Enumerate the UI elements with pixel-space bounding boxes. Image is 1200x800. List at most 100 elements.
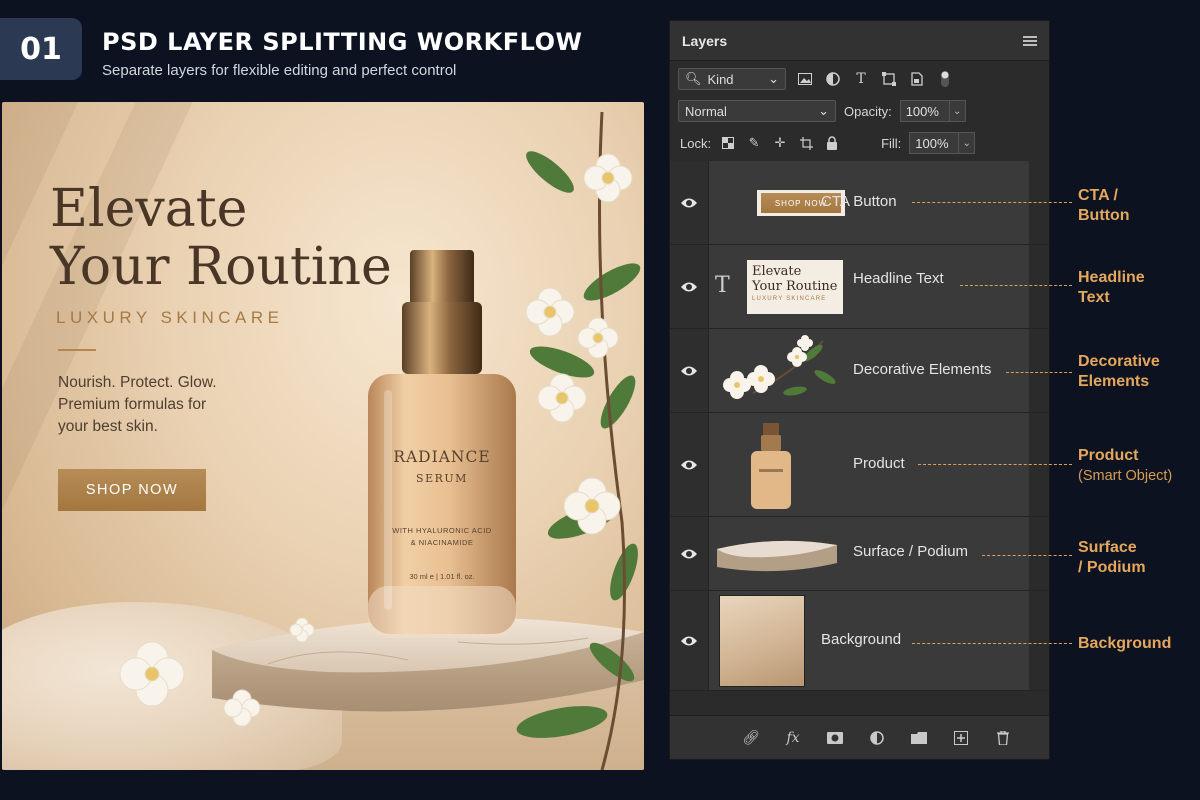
serum-bottle: RADIANCE SERUM WITH HYALURONIC ACID & NI…: [364, 250, 520, 642]
lock-position-icon[interactable]: ✛: [771, 134, 789, 152]
filter-toggle-icon[interactable]: [936, 70, 954, 88]
visibility-eye-icon[interactable]: [670, 591, 708, 690]
callout-cta-line2: Button: [1078, 207, 1130, 224]
visibility-eye-icon[interactable]: [670, 517, 708, 590]
page-subtitle: Separate layers for flexible editing and…: [102, 62, 457, 79]
opacity-dropdown-icon[interactable]: ⌄: [949, 100, 966, 122]
background-layer-thumbnail: [719, 595, 805, 687]
layers-panel-title: Layers: [682, 32, 728, 49]
adjustment-filter-icon[interactable]: [824, 70, 842, 88]
ad-copy-line3: your best skin.: [58, 418, 158, 435]
bottle-ingredients-1: WITH HYALURONIC ACID: [392, 526, 492, 535]
ad-tagline: LUXURY SKINCARE: [56, 308, 284, 327]
ad-divider: [58, 349, 96, 351]
chevron-down-icon: ⌄: [768, 71, 779, 86]
visibility-eye-icon[interactable]: [670, 329, 708, 412]
lock-all-icon[interactable]: [823, 134, 841, 152]
opacity-input[interactable]: 100%: [899, 100, 950, 122]
layer-name: Product: [853, 455, 905, 472]
callout-line-product: [918, 464, 1072, 465]
callout-headline-line1: Headline: [1078, 269, 1145, 286]
layers-panel-header: Layers: [670, 21, 1049, 61]
blend-mode-select[interactable]: Normal ⌄: [678, 100, 836, 122]
smart-object-filter-icon[interactable]: [908, 70, 926, 88]
type-layer-icon: T: [715, 273, 730, 298]
headline-layer-thumbnail: Elevate Your Routine LUXURY SKINCARE: [747, 260, 843, 314]
ad-body-copy: Nourish. Protect. Glow. Premium formulas…: [58, 372, 278, 438]
link-layers-icon[interactable]: 🔗︎: [741, 728, 761, 748]
ad-copy-line1: Nourish. Protect. Glow.: [58, 374, 217, 391]
fill-input[interactable]: 100%: [909, 132, 960, 154]
visibility-eye-icon[interactable]: [670, 161, 708, 244]
ad-headline-line2: Your Routine: [50, 237, 392, 297]
callout-surface-line2: / Podium: [1078, 559, 1146, 576]
fill-label: Fill:: [881, 135, 902, 151]
folder-icon[interactable]: [909, 728, 929, 748]
callout-product-line1: Product: [1078, 447, 1139, 464]
shape-filter-icon[interactable]: [880, 70, 898, 88]
ad-copy-line2: Premium formulas for: [58, 396, 207, 413]
thumb-headline-line3: LUXURY SKINCARE: [752, 296, 827, 302]
layer-name: Headline Text: [853, 270, 944, 287]
filter-row: 🔍︎ Kind ⌄ T: [678, 67, 954, 91]
layer-cta-button[interactable]: SHOP NOW CTA Button: [670, 161, 1049, 245]
layer-name: Background: [821, 631, 902, 648]
blend-row: Normal ⌄ Opacity: 100% ⌄: [678, 99, 966, 123]
thumb-headline-line2: Your Routine: [752, 279, 838, 294]
visibility-eye-icon[interactable]: [670, 245, 708, 328]
search-icon: 🔍︎: [685, 71, 702, 86]
visibility-eye-icon[interactable]: [670, 413, 708, 516]
step-badge: 01: [0, 18, 82, 80]
lock-transparent-pixels-icon[interactable]: [719, 134, 737, 152]
opacity-label: Opacity:: [844, 103, 892, 119]
lock-label: Lock:: [680, 135, 712, 151]
layer-name: Decorative Elements: [853, 361, 992, 378]
type-filter-icon[interactable]: T: [852, 70, 870, 88]
layer-effects-icon[interactable]: fx: [783, 728, 803, 748]
thumb-headline-line1: Elevate: [752, 264, 802, 279]
callout-product: Product (Smart Object): [1078, 446, 1172, 486]
callout-headline-line2: Text: [1078, 289, 1110, 306]
kind-filter-select[interactable]: 🔍︎ Kind ⌄: [678, 68, 786, 90]
chevron-down-icon: ⌄: [818, 103, 829, 118]
page-title: PSD LAYER SPLITTING WORKFLOW: [102, 28, 583, 56]
panel-menu-icon[interactable]: [1023, 35, 1037, 46]
ad-preview: RADIANCE SERUM WITH HYALURONIC ACID & NI…: [2, 102, 644, 770]
blend-mode-value: Normal: [685, 103, 727, 119]
lock-image-pixels-icon[interactable]: ✎: [745, 134, 763, 152]
callout-line-decorative: [1006, 372, 1072, 373]
layer-background[interactable]: Background: [670, 591, 1049, 691]
callout-cta-line1: CTA /: [1078, 187, 1118, 204]
callout-surface-line1: Surface: [1078, 539, 1137, 556]
new-adjustment-layer-icon[interactable]: [867, 728, 887, 748]
ad-headline: Elevate Your Routine: [50, 180, 392, 296]
image-filter-icon[interactable]: [796, 70, 814, 88]
callout-line-cta: [912, 202, 1072, 203]
decorative-layer-thumbnail: [723, 335, 836, 399]
layer-product[interactable]: Product: [670, 413, 1049, 517]
callout-decorative: Decorative Elements: [1078, 352, 1160, 392]
callout-line-background: [912, 643, 1072, 644]
lock-row: Lock: ✎ ✛ Fill: 100% ⌄: [680, 131, 976, 155]
shop-now-button[interactable]: SHOP NOW: [58, 469, 206, 511]
callout-surface: Surface / Podium: [1078, 538, 1146, 578]
callout-cta: CTA / Button: [1078, 186, 1130, 226]
callout-product-sub: (Smart Object): [1078, 468, 1173, 484]
kind-filter-label: Kind: [707, 71, 734, 87]
bottle-product: SERUM: [416, 472, 468, 485]
trash-icon[interactable]: [993, 728, 1013, 748]
layer-name: CTA Button: [821, 193, 897, 210]
callout-line-surface: [982, 555, 1072, 556]
product-layer-thumbnail: [751, 423, 791, 509]
lock-artboard-icon[interactable]: [797, 134, 815, 152]
add-mask-icon[interactable]: [825, 728, 845, 748]
layer-headline-text[interactable]: T Elevate Your Routine LUXURY SKINCARE H…: [670, 245, 1049, 329]
callout-headline: Headline Text: [1078, 268, 1145, 308]
callout-background: Background: [1078, 634, 1171, 654]
layer-decorative-elements[interactable]: Decorative Elements: [670, 329, 1049, 413]
layer-surface-podium[interactable]: Surface / Podium: [670, 517, 1049, 591]
new-layer-icon[interactable]: [951, 728, 971, 748]
layers-list: SHOP NOW CTA Button T Elevate Your Routi…: [670, 161, 1049, 691]
callout-line-headline: [960, 285, 1072, 286]
fill-dropdown-icon[interactable]: ⌄: [959, 132, 976, 154]
